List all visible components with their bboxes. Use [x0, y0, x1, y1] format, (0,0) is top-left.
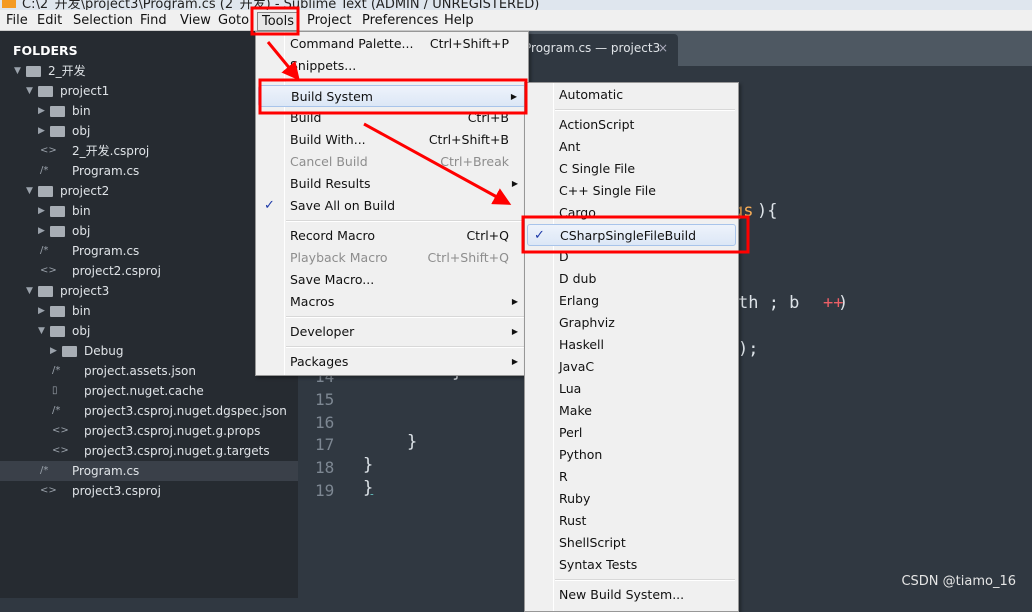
annotation-overlay	[250, 6, 750, 254]
arrow-2	[363, 122, 512, 205]
highlight-box-tools	[250, 6, 300, 36]
arrow-1	[266, 41, 300, 81]
highlight-box-csharp	[521, 215, 750, 254]
highlight-box-build-system	[258, 78, 528, 115]
watermark: CSDN @tiamo_16	[901, 574, 1016, 589]
